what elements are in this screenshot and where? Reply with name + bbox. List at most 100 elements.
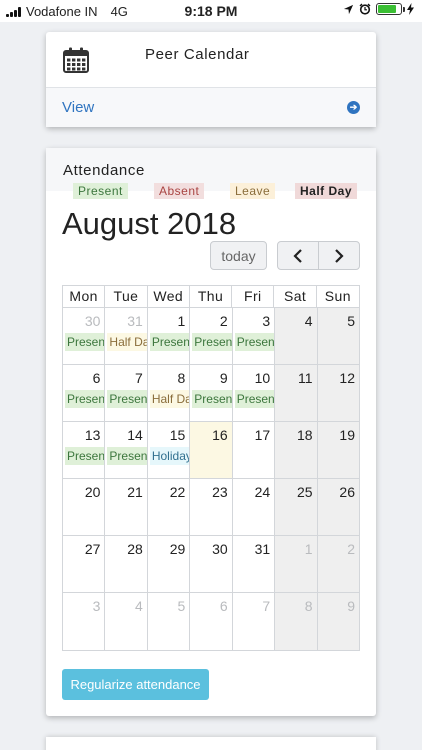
calendar-day[interactable]: 4 [275, 308, 318, 365]
calendar-day[interactable]: 11 [275, 365, 318, 422]
attendance-event-present[interactable]: Present [107, 390, 147, 408]
calendar-day[interactable]: 30 Present [63, 308, 106, 365]
next-month-button[interactable] [319, 242, 359, 269]
calendar-day[interactable]: 22 [147, 479, 191, 536]
calendar-day[interactable]: 8 [275, 593, 318, 650]
calendar-day[interactable]: 15 Holiday [147, 422, 191, 479]
day-number: 11 [298, 370, 313, 386]
calendar-day[interactable]: 7 Present [105, 365, 148, 422]
calendar-day[interactable]: 29 [147, 536, 191, 593]
calendar-day[interactable]: 28 [105, 536, 148, 593]
day-number: 3 [92, 598, 101, 614]
calendar-day[interactable]: 12 [317, 365, 360, 422]
calendar-day[interactable]: 3 [63, 593, 106, 650]
day-number: 1 [304, 541, 313, 557]
attendance-event-halfday[interactable]: Half Day [107, 333, 147, 351]
attendance-event-halfday[interactable]: Half Day [149, 390, 190, 408]
attendance-legend: Present Absent Leave Half Day [46, 183, 376, 199]
day-number: 5 [347, 313, 355, 329]
attendance-event-present[interactable]: Present [192, 390, 232, 408]
calendar-day[interactable]: 2 Present [190, 308, 233, 365]
location-icon [343, 4, 354, 14]
day-number: 20 [84, 484, 101, 500]
weekday-header: Mon Tue Wed Thu Fri Sat Sun [62, 285, 360, 307]
peer-calendar-title: Peer Calendar [145, 46, 250, 63]
calendar-day[interactable]: 27 [63, 536, 106, 593]
legend-absent: Absent [154, 183, 205, 199]
calendar-day[interactable]: 23 [190, 479, 233, 536]
calendar-day-today[interactable]: 16 [190, 422, 233, 479]
calendar-day[interactable]: 19 [317, 422, 360, 479]
calendar-day[interactable]: 9 Present [190, 365, 233, 422]
day-number: 22 [169, 484, 186, 500]
peer-calendar-card: Peer Calendar View ➔ [46, 32, 376, 127]
calendar-day[interactable]: 7 [233, 593, 276, 650]
calendar-day[interactable]: 4 [105, 593, 148, 650]
calendar-day[interactable]: 10 Present [232, 365, 276, 422]
weekday-label: Sat [274, 286, 317, 307]
attendance-event-present[interactable]: Present [149, 333, 190, 351]
calendar-day[interactable]: 13 Present [63, 422, 106, 479]
day-number: 12 [339, 370, 355, 386]
attendance-event-present[interactable]: Present [234, 390, 275, 408]
attendance-event-present[interactable]: Present [234, 333, 275, 351]
legend-half-day: Half Day [295, 183, 358, 199]
day-number: 8 [177, 370, 186, 386]
weekday-label: Fri [232, 286, 275, 307]
calendar-day[interactable]: 17 [232, 422, 276, 479]
calendar-day[interactable]: 24 [232, 479, 276, 536]
day-number: 6 [219, 598, 228, 614]
day-number: 2 [219, 313, 228, 329]
prev-month-button[interactable] [278, 242, 319, 269]
calendar-day[interactable]: 6 [190, 593, 233, 650]
attendance-event-present[interactable]: Present [192, 333, 232, 351]
attendance-event-present[interactable]: Present [65, 333, 105, 351]
attendance-event-present[interactable]: Present [65, 447, 105, 465]
calendar-day[interactable]: 1 Present [147, 308, 191, 365]
today-button[interactable]: today [210, 241, 267, 270]
calendar-day[interactable]: 3 Present [232, 308, 276, 365]
calendar-day[interactable]: 20 [63, 479, 106, 536]
calendar-grid: MonTueWedThuFriSatSun 30Present31Half Da… [62, 285, 360, 651]
calendar-day[interactable]: 31 [232, 536, 276, 593]
calendar-day[interactable]: 30 [190, 536, 233, 593]
calendar-day[interactable]: 25 [275, 479, 318, 536]
day-number: 9 [347, 598, 355, 614]
day-number: 30 [84, 313, 101, 329]
day-number: 25 [296, 484, 313, 500]
calendar-day[interactable]: 8 Half Day [147, 365, 191, 422]
regularize-attendance-button[interactable]: Regularize attendance [62, 669, 209, 700]
day-number: 27 [84, 541, 101, 557]
arrow-right-circle-icon[interactable]: ➔ [347, 101, 360, 114]
view-link-label[interactable]: View [62, 99, 94, 116]
weekday-label: Thu [190, 286, 233, 307]
calendar-day[interactable]: 26 [317, 479, 360, 536]
peer-calendar-view-link[interactable]: View ➔ [46, 87, 376, 127]
calendar-day[interactable]: 2 [317, 536, 360, 593]
attendance-event-present[interactable]: Present [65, 390, 105, 408]
day-number: 7 [262, 598, 271, 614]
calendar-day[interactable]: 14 Present [105, 422, 148, 479]
day-number: 7 [135, 370, 143, 386]
calendar-day[interactable]: 31 Half Day [105, 308, 148, 365]
attendance-event-present[interactable]: Present [107, 447, 147, 465]
month-title: August 2018 [62, 206, 237, 241]
day-number: 31 [127, 313, 143, 329]
calendar-day[interactable]: 18 [275, 422, 318, 479]
calendar-day[interactable]: 5 [317, 308, 360, 365]
day-number: 4 [304, 313, 313, 329]
attendance-event-holiday[interactable]: Holiday [149, 447, 190, 465]
calendar-day[interactable]: 21 [105, 479, 148, 536]
calendar-day[interactable]: 9 [317, 593, 360, 650]
attendance-title: Attendance [63, 162, 145, 179]
day-number: 6 [92, 370, 101, 386]
day-number: 1 [177, 313, 186, 329]
calendar-day[interactable]: 1 [275, 536, 318, 593]
calendar-day[interactable]: 5 [148, 593, 191, 650]
peer-calendar-header: Peer Calendar [46, 32, 376, 87]
calendar-day[interactable]: 6 Present [63, 365, 106, 422]
day-number: 15 [169, 427, 186, 443]
battery-level [378, 5, 396, 13]
weekday-label: Wed [148, 286, 190, 307]
next-card [46, 737, 376, 750]
